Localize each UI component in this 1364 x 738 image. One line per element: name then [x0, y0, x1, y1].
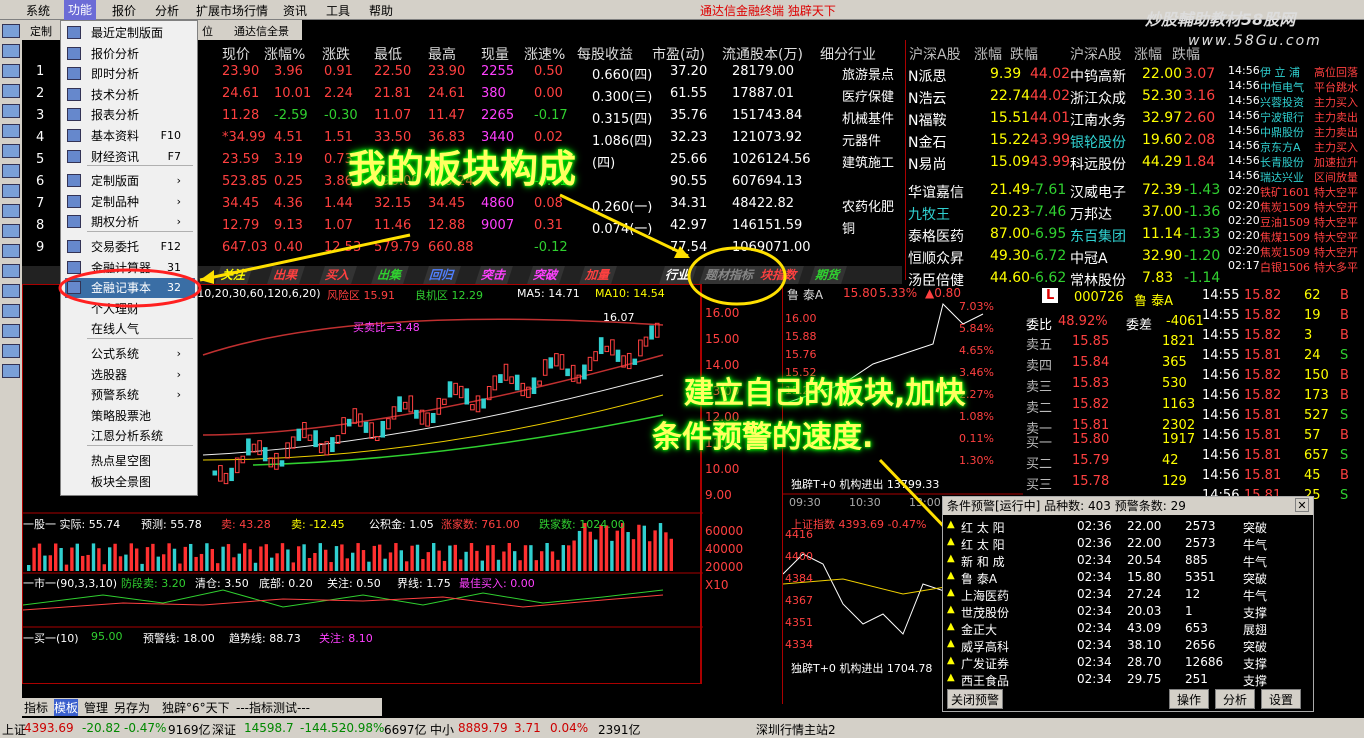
tab-test[interactable]: ---指标测试---	[236, 699, 310, 716]
warn-title: 条件预警[运行中] 品种数: 403 预警条数: 29	[943, 497, 1313, 515]
op-button[interactable]: 操作	[1169, 689, 1209, 709]
warn-cell: 22.00	[1127, 536, 1162, 550]
settings-button[interactable]: 设置	[1261, 689, 1301, 709]
warn-cell: 突破	[1243, 572, 1268, 586]
annotation-2: 建立自己的板块,加快	[684, 376, 966, 411]
zx-index: 8889.79	[458, 721, 508, 735]
zx-amt: 2391亿	[598, 723, 641, 737]
warn-cell: 红 太 阳	[961, 538, 1005, 552]
tab-saveas[interactable]: 另存为	[114, 699, 150, 716]
sh-amt: 9169亿	[168, 723, 211, 737]
warn-cell: 新 和 成	[961, 555, 1005, 569]
zx-pct: 0.04%	[550, 721, 589, 735]
warn-cell: 牛气	[1243, 589, 1268, 603]
warn-cell: 02:34	[1077, 553, 1112, 567]
warn-cell: 广发证券	[961, 657, 1010, 671]
warn-up-icon: ▲	[947, 553, 955, 564]
tab-template[interactable]: 模板	[54, 699, 79, 716]
warn-cell: 12	[1185, 587, 1201, 601]
warn-cell: 15.80	[1127, 570, 1162, 584]
warn-cell: 支撑	[1243, 674, 1268, 688]
warn-cell: 02:34	[1077, 587, 1112, 601]
tab-dupi[interactable]: 独辟°6°天下	[162, 699, 230, 716]
warn-cell: 突破	[1243, 640, 1268, 654]
warn-cell: 28.70	[1127, 655, 1162, 669]
warn-up-icon: ▲	[947, 604, 955, 615]
warn-up-icon: ▲	[947, 519, 955, 530]
status-bar: 上证 4393.69 -20.82 -0.47% 9169亿 深证 14598.…	[0, 718, 1364, 738]
annotation-1: 我的板块构成	[348, 147, 577, 191]
warn-up-icon: ▲	[947, 638, 955, 649]
arrow	[199, 233, 411, 282]
warn-cell: 突破	[1243, 521, 1268, 535]
warn-cell: 02:34	[1077, 604, 1112, 618]
warn-cell: 牛气	[1243, 538, 1268, 552]
sh-label: 上证	[2, 723, 27, 737]
warn-cell: 20.03	[1127, 604, 1162, 618]
warn-up-icon: ▲	[947, 621, 955, 632]
warn-cell: 02:36	[1077, 519, 1112, 533]
warn-cell: 27.24	[1127, 587, 1162, 601]
warn-cell: 展翅	[1243, 623, 1268, 637]
warn-cell: 251	[1185, 672, 1208, 686]
warn-cell: 02:34	[1077, 621, 1112, 635]
sz-pct: -0.98%	[342, 721, 385, 735]
warn-up-icon: ▲	[947, 672, 955, 683]
highlight-ellipse	[58, 268, 202, 308]
warn-cell: 20.54	[1127, 553, 1162, 567]
warn-cell: 红 太 阳	[961, 521, 1005, 535]
warn-cell: 鲁 泰A	[961, 572, 998, 586]
zx-chg: 3.71	[514, 721, 541, 735]
server-label: 深圳行情主站2	[756, 723, 836, 737]
warn-cell: 02:34	[1077, 570, 1112, 584]
warn-cell: 12686	[1185, 655, 1224, 669]
warn-cell: 支撑	[1243, 657, 1268, 671]
sh-index: 4393.69	[24, 721, 74, 735]
tab-manage[interactable]: 管理	[84, 699, 108, 716]
sz-label: 深证	[212, 723, 237, 737]
warn-cell: 2573	[1185, 519, 1216, 533]
sh-chg: -20.82	[82, 721, 121, 735]
bottom-tabs: 指标 模板 管理 另存为 独辟°6°天下 ---指标测试---	[22, 698, 382, 716]
warn-cell: 2573	[1185, 536, 1216, 550]
warn-cell: 43.09	[1127, 621, 1162, 635]
annotation-3: 条件预警的速度.	[652, 420, 874, 455]
condition-warning-window[interactable]: 条件预警[运行中] 品种数: 403 预警条数: 29 ✕ ▲ 红 太 阳 02:3…	[942, 496, 1314, 712]
warn-cell: 威孚高科	[961, 640, 1010, 654]
warn-cell: 02:34	[1077, 638, 1112, 652]
highlight-ellipse	[687, 246, 787, 306]
sz-chg: -144.52	[300, 721, 347, 735]
warn-cell: 支撑	[1243, 606, 1268, 620]
warn-cell: 金正大	[961, 623, 998, 637]
warn-cell: 牛气	[1243, 555, 1268, 569]
warn-cell: 02:34	[1077, 672, 1112, 686]
close-warn-button[interactable]: 关闭预警	[947, 689, 1003, 709]
warn-up-icon: ▲	[947, 655, 955, 666]
analyze-button[interactable]: 分析	[1215, 689, 1255, 709]
warn-up-icon: ▲	[947, 587, 955, 598]
warn-cell: 西王食品	[961, 674, 1010, 688]
warn-cell: 02:34	[1077, 655, 1112, 669]
warn-up-icon: ▲	[947, 536, 955, 547]
warn-cell: 29.75	[1127, 672, 1162, 686]
warn-up-icon: ▲	[947, 570, 955, 581]
warn-cell: 885	[1185, 553, 1208, 567]
arrow-head	[200, 270, 214, 284]
warn-cell: 5351	[1185, 570, 1216, 584]
zx-label: 中小	[430, 723, 455, 737]
warn-cell: 世茂股份	[961, 606, 1010, 620]
sh-pct: -0.47%	[124, 721, 167, 735]
warn-cell: 653	[1185, 621, 1208, 635]
arrow	[559, 193, 689, 258]
warn-cell: 02:36	[1077, 536, 1112, 550]
warn-cell: 22.00	[1127, 519, 1162, 533]
warn-cell: 上海医药	[961, 589, 1010, 603]
warn-cell: 2656	[1185, 638, 1216, 652]
sz-index: 14598.7	[244, 721, 294, 735]
close-icon[interactable]: ✕	[1295, 498, 1309, 512]
sz-amt: 6697亿	[384, 723, 427, 737]
warn-cell: 38.10	[1127, 638, 1162, 652]
tab-indicator[interactable]: 指标	[24, 699, 48, 716]
warn-cell: 1	[1185, 604, 1193, 618]
